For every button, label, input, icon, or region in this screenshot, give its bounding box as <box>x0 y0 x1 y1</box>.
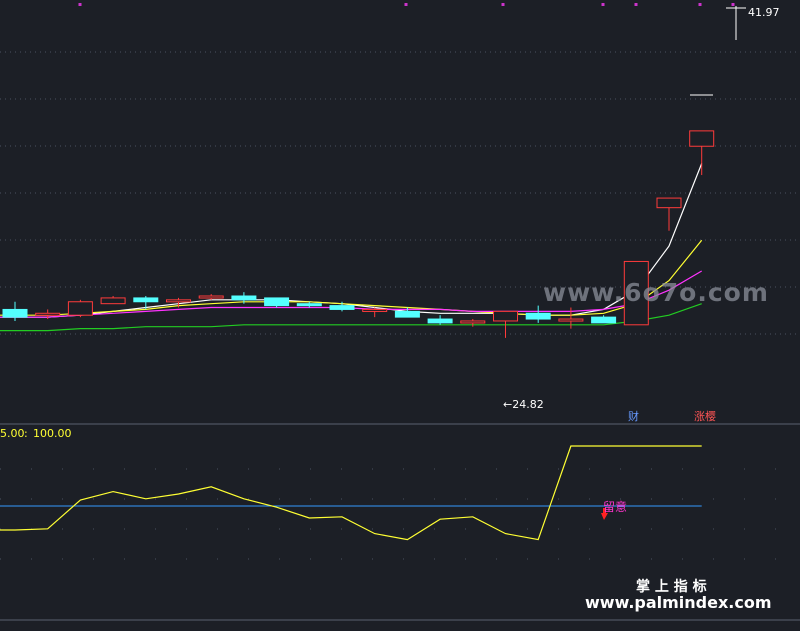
top-marker-dot <box>634 3 638 6</box>
watermark-palmindex: www.palmindex.com <box>585 593 772 612</box>
candle-up <box>362 308 388 312</box>
candle-down <box>394 310 420 318</box>
osc-header-left: 5.00 <box>0 427 25 440</box>
top-marker-dot <box>78 3 82 6</box>
candle-down <box>427 318 453 324</box>
signal-label: 留意 <box>603 499 627 514</box>
oscillator-panel <box>0 445 702 541</box>
candle-up <box>689 130 715 147</box>
candle-down <box>525 312 551 320</box>
candle-up <box>558 318 584 322</box>
candle-up <box>198 295 224 299</box>
low-price-label: ←24.82 <box>503 398 544 411</box>
osc-line <box>0 445 702 541</box>
top-marker-dot <box>404 3 408 6</box>
top-marker-dot <box>601 3 605 6</box>
candle-down <box>2 308 28 318</box>
candle-down <box>264 297 290 307</box>
top-marker-dot <box>698 3 702 6</box>
candle-up <box>100 297 126 305</box>
candle-up <box>493 310 518 322</box>
candle-down <box>296 303 322 307</box>
top-markers <box>78 3 735 6</box>
candle-down <box>591 316 617 324</box>
watermark-6o7o: www.6o7o.com <box>543 278 769 307</box>
top-marker-dot <box>501 3 505 6</box>
top-marker-dot <box>731 3 735 6</box>
tag-zhangying: 涨樱 <box>694 410 716 423</box>
candle-up <box>460 320 486 324</box>
chart-svg: 41.97 ←24.82 财 涨樱 5.00 : 100.00 留意 www.6… <box>0 3 800 621</box>
candle-up <box>166 299 191 303</box>
candle-up <box>35 312 61 316</box>
candle-down <box>133 297 159 303</box>
candle-up <box>656 197 682 209</box>
chart-area: 41.97 ←24.82 财 涨樱 5.00 : 100.00 留意 www.6… <box>0 0 800 627</box>
candle-down <box>231 295 257 301</box>
osc-header-right: 100.00 <box>33 427 72 440</box>
candle-up <box>67 301 93 316</box>
grid-lines <box>0 51 800 621</box>
high-price-label: 41.97 <box>748 6 780 19</box>
osc-header-sep: : <box>24 427 28 440</box>
tag-cai: 财 <box>628 409 639 423</box>
candle-down <box>329 305 355 310</box>
